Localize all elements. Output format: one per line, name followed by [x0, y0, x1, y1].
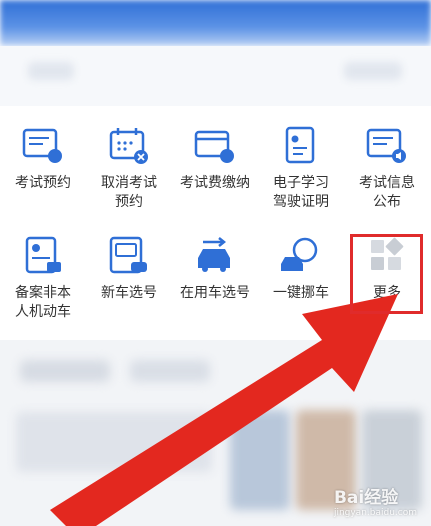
watermark: Bai经验 jingyan.baidu.com — [334, 483, 417, 518]
watermark-brand: Bai经验 — [333, 488, 399, 508]
highlight-box — [350, 234, 423, 314]
watermark-url: jingyan.baidu.com — [333, 508, 417, 518]
